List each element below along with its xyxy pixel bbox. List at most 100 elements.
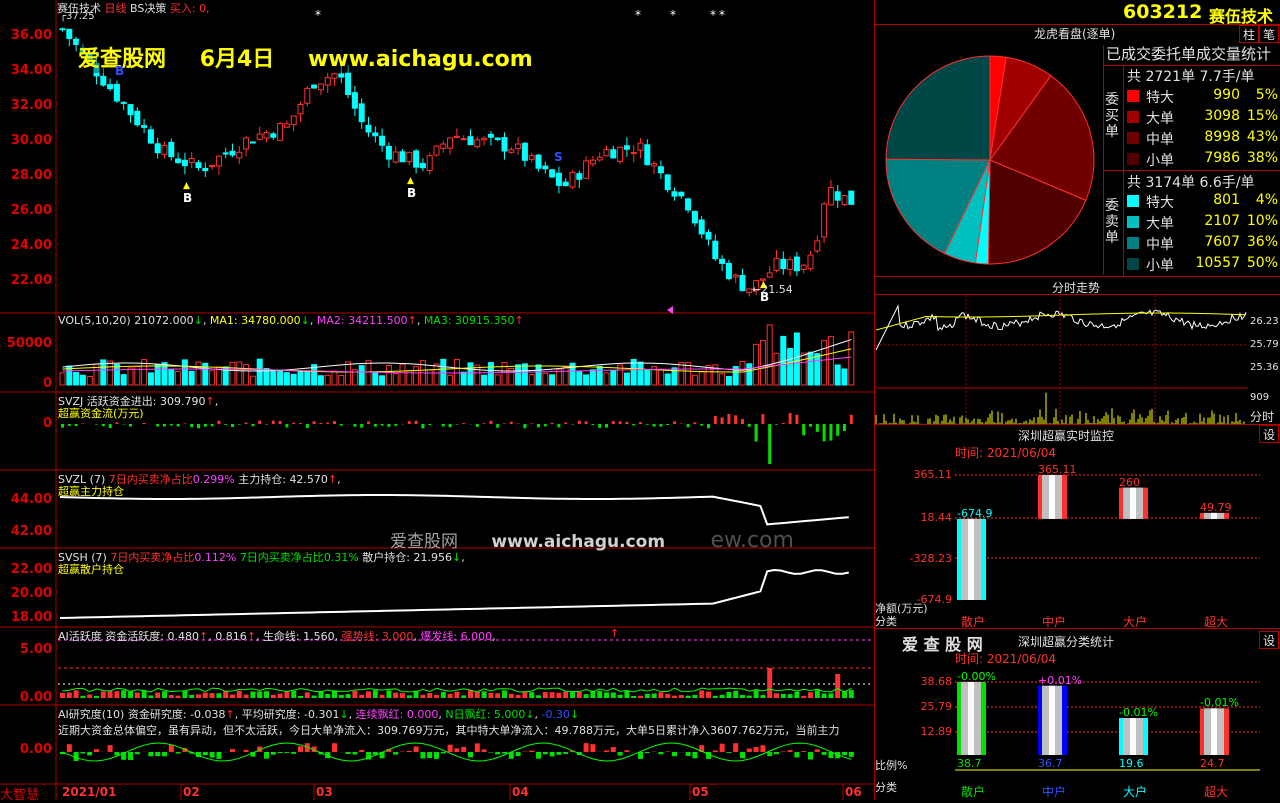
research-r-label: 资金研究度: — [128, 708, 187, 721]
candle-body — [386, 146, 391, 159]
stats2-y-tick: 38.68 — [875, 675, 952, 688]
volume-bar — [597, 366, 602, 385]
ai-activity-bar — [624, 691, 629, 698]
volume-bar — [468, 363, 473, 385]
svzl-hold-value: 42.570 — [289, 473, 328, 486]
candle-body — [237, 152, 242, 158]
ai-activity-bar — [169, 695, 174, 698]
volume-bar — [210, 371, 215, 385]
candle-body — [312, 85, 317, 88]
candle-body — [128, 105, 133, 115]
monitor-bar-value: 260 — [1119, 476, 1140, 489]
candle-body — [584, 161, 589, 178]
candle-body — [794, 257, 799, 271]
ai-activity-bar — [196, 694, 201, 698]
app-brand-label[interactable]: 大智慧 — [0, 784, 39, 803]
research-bar — [801, 751, 806, 752]
candle-body — [142, 126, 147, 128]
period-label[interactable]: 日线 — [105, 2, 127, 15]
ai-activity-bar — [665, 694, 670, 698]
fund-flow-bar — [707, 424, 710, 428]
buy-marker[interactable]: ▲B — [183, 177, 192, 205]
candle-body — [488, 134, 493, 137]
volume-bar — [74, 372, 79, 385]
volume-bar — [373, 373, 378, 385]
volume-bar — [250, 376, 255, 385]
volume-bar — [196, 362, 201, 385]
buy-marker[interactable]: ▲B — [407, 172, 416, 200]
ai-activity-bar — [203, 693, 208, 698]
ma2-label: MA2: — [317, 314, 345, 327]
ai-activity-bar — [604, 692, 609, 698]
sell-marker[interactable]: S — [554, 150, 563, 164]
ai-activity-bar — [148, 695, 153, 698]
pie-slice — [886, 56, 990, 160]
research-cont-label: 连续飘红: — [356, 708, 404, 721]
fund-flow-bar — [353, 424, 356, 427]
fund-flow-bar — [367, 421, 370, 424]
volume-bar — [284, 373, 289, 385]
ai-activity-bar — [597, 691, 602, 698]
buy-marker[interactable]: B — [115, 64, 124, 78]
volume-bar — [679, 363, 684, 385]
ma2-value: 34211.500 — [348, 314, 408, 327]
volume-bar — [386, 366, 391, 385]
volume-bar — [495, 375, 500, 385]
vol-pane-header: VOL(5,10,20) 21072.000↓, MA1: 34780.000↓… — [58, 314, 524, 327]
ai-activity-bar — [611, 693, 616, 698]
fund-flow-bar — [741, 419, 744, 424]
bar-mode-button[interactable]: 柱 — [1239, 25, 1259, 43]
fund-flow-bars — [61, 413, 853, 464]
y-tick: 22.00 — [0, 273, 52, 288]
fund-flow-bar — [843, 424, 846, 431]
fund-flow-bar — [802, 424, 805, 435]
candle-body — [182, 160, 187, 165]
buy-summary: 共 2721单 7.7手/单 — [1127, 66, 1255, 86]
research-bar — [420, 752, 425, 758]
fund-flow-bar — [306, 424, 309, 428]
candle-body — [60, 29, 65, 30]
fund-flow-bar — [795, 415, 798, 424]
candle-body — [257, 134, 262, 139]
monitor-settings-button[interactable]: 设 — [1259, 425, 1279, 443]
research-bar — [495, 752, 500, 754]
fund-flow-bar — [789, 413, 792, 424]
tick-mode-button[interactable]: 笔 — [1259, 25, 1279, 43]
research-bar — [584, 743, 589, 752]
x-tick: 03 — [316, 785, 333, 799]
pie-title: 龙虎看盘(逐单) — [1034, 25, 1115, 42]
volume-bar — [454, 359, 459, 385]
fund-flow-bar — [408, 421, 411, 424]
stats2-bar — [1200, 708, 1229, 755]
fund-flow-bar — [190, 424, 193, 427]
ai-activity-bar — [686, 696, 691, 698]
legend-swatch-icon — [1127, 237, 1139, 249]
ai-pane-header: AI活跃度 资金活跃度: 0.480↑, 0.816↑, 生命线: 1.560,… — [58, 628, 496, 644]
candle-body — [590, 160, 595, 164]
candle-body — [828, 188, 833, 205]
candle-body — [264, 133, 269, 138]
ai-activity-bar — [618, 695, 623, 698]
ai-activity-bar — [543, 692, 548, 698]
volume-bar — [332, 371, 337, 385]
volume-bar — [638, 362, 643, 385]
y-tick: 44.00 — [0, 492, 52, 507]
ai-activity-bar — [155, 693, 160, 698]
fund-flow-bar — [387, 424, 390, 427]
order-pct: 10% — [1240, 213, 1278, 229]
volume-bar — [788, 349, 793, 385]
research-bar — [87, 752, 92, 755]
candle-body — [434, 146, 439, 155]
sell-summary: 共 3174单 6.6手/单 — [1127, 172, 1255, 192]
volume-bar — [298, 372, 303, 385]
stats2-bar — [1119, 718, 1148, 755]
stats2-settings-button[interactable]: 设 — [1259, 631, 1279, 649]
order-pct: 43% — [1240, 129, 1278, 145]
research-bar — [815, 749, 820, 752]
ai-strong-label: 强势线: — [342, 630, 379, 643]
pie-slice — [975, 160, 990, 264]
candle-body — [679, 192, 684, 196]
candle-body — [801, 265, 806, 269]
ai-activity-bar — [482, 691, 487, 698]
research-bar — [216, 752, 221, 759]
